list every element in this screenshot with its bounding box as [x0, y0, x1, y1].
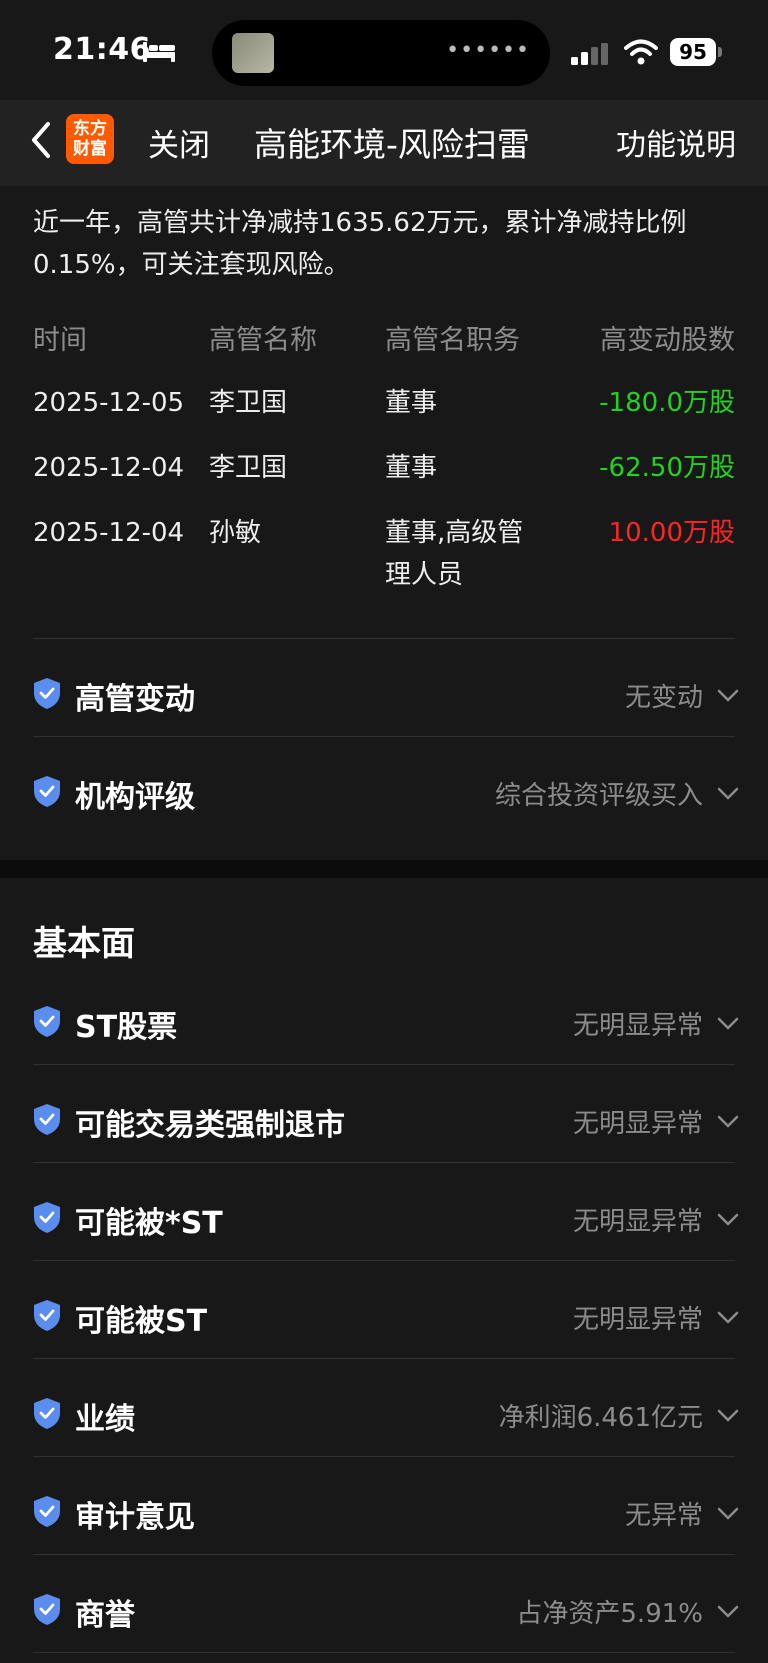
divider: [33, 736, 735, 737]
divider: [33, 1064, 735, 1065]
logo-line-1: 东方: [73, 119, 107, 139]
risk-label: 商誉: [75, 1598, 135, 1633]
chevron-down-icon: [717, 787, 739, 800]
battery-indicator: 95: [670, 38, 722, 66]
row-change: -180.0万股: [599, 388, 735, 418]
dots-icon: ••••••: [446, 38, 530, 63]
battery-level: 95: [670, 38, 716, 66]
risk-label: 高管变动: [75, 682, 195, 717]
row-name: 李卫国: [209, 453, 288, 483]
row-change: 10.00万股: [608, 518, 735, 548]
shield-check-icon: [34, 1300, 60, 1331]
divider: [33, 638, 735, 639]
dynamic-island: ••••••: [212, 20, 550, 86]
header-change: 高变动股数: [600, 325, 735, 356]
chevron-down-icon: [717, 1115, 739, 1128]
risk-value: 无明显异常: [572, 1011, 703, 1041]
row-change: -62.50万股: [599, 453, 735, 483]
risk-label: 可能交易类强制退市: [75, 1108, 345, 1143]
close-button[interactable]: 关闭: [148, 120, 210, 165]
shield-check-icon: [34, 1202, 60, 1233]
divider: [33, 1456, 735, 1457]
back-chevron-icon[interactable]: [26, 118, 54, 162]
risk-label: ST股票: [75, 1010, 178, 1045]
cellular-signal-icon: [571, 43, 608, 65]
row-role: 董事,高级管理人员: [385, 518, 524, 590]
nav-bar: 东方 财富 关闭 高能环境-风险扫雷 功能说明: [0, 100, 768, 186]
battery-tip: [718, 47, 722, 57]
chevron-down-icon: [717, 1311, 739, 1324]
header-role: 高管名职务: [385, 325, 520, 356]
risk-label: 可能被*ST: [75, 1206, 223, 1241]
risk-value: 无明显异常: [572, 1207, 703, 1237]
wifi-icon: [624, 39, 658, 65]
divider: [33, 1260, 735, 1261]
chevron-down-icon: [717, 1605, 739, 1618]
chevron-down-icon: [717, 1017, 739, 1030]
row-role: 董事: [385, 453, 438, 483]
risk-value: 无明显异常: [572, 1305, 703, 1335]
divider: [33, 1554, 735, 1555]
status-time: 21:46: [53, 32, 151, 67]
live-activity-thumbnail: [232, 33, 274, 73]
shield-check-icon: [34, 1104, 60, 1135]
chevron-down-icon: [717, 1507, 739, 1520]
shield-check-icon: [34, 1398, 60, 1429]
risk-value: 净利润6.461亿元: [498, 1403, 703, 1433]
row-date: 2025-12-04: [33, 453, 185, 483]
risk-label: 可能被ST: [75, 1304, 208, 1339]
row-role: 董事: [385, 388, 438, 418]
risk-value: 无变动: [624, 683, 703, 713]
risk-value: 无明显异常: [572, 1109, 703, 1139]
insider-summary: 近一年，高管共计净减持1635.62万元，累计净减持比例0.15%，可关注套现风…: [33, 208, 687, 280]
divider: [33, 1652, 735, 1653]
shield-check-icon: [34, 1594, 60, 1625]
bed-icon: [143, 42, 175, 62]
shield-check-icon: [34, 1006, 60, 1037]
risk-label: 机构评级: [75, 780, 195, 815]
risk-value: 占净资产5.91%: [516, 1599, 703, 1629]
risk-label: 业绩: [75, 1402, 135, 1437]
header-date: 时间: [33, 325, 87, 356]
divider: [33, 1162, 735, 1163]
risk-value: 综合投资评级买入: [494, 781, 703, 811]
section-separator: [0, 860, 768, 878]
shield-check-icon: [34, 776, 60, 807]
row-date: 2025-12-04: [33, 518, 185, 548]
chevron-down-icon: [717, 1409, 739, 1422]
row-date: 2025-12-05: [33, 388, 185, 418]
risk-label: 审计意见: [75, 1500, 195, 1535]
status-bar: 21:46 •••••• 95: [0, 0, 768, 100]
chevron-down-icon: [717, 689, 739, 702]
help-button[interactable]: 功能说明: [616, 120, 736, 164]
row-name: 孙敏: [209, 518, 262, 548]
section-title-fundamentals: 基本面: [33, 924, 135, 964]
divider: [33, 1358, 735, 1359]
shield-check-icon: [34, 678, 60, 709]
header-name: 高管名称: [209, 325, 317, 356]
chevron-down-icon: [717, 1213, 739, 1226]
row-name: 李卫国: [209, 388, 288, 418]
risk-value: 无异常: [624, 1501, 703, 1531]
app-logo: 东方 财富: [66, 114, 114, 164]
shield-check-icon: [34, 1496, 60, 1527]
page-title: 高能环境-风险扫雷: [254, 125, 530, 164]
logo-line-2: 财富: [73, 139, 107, 159]
